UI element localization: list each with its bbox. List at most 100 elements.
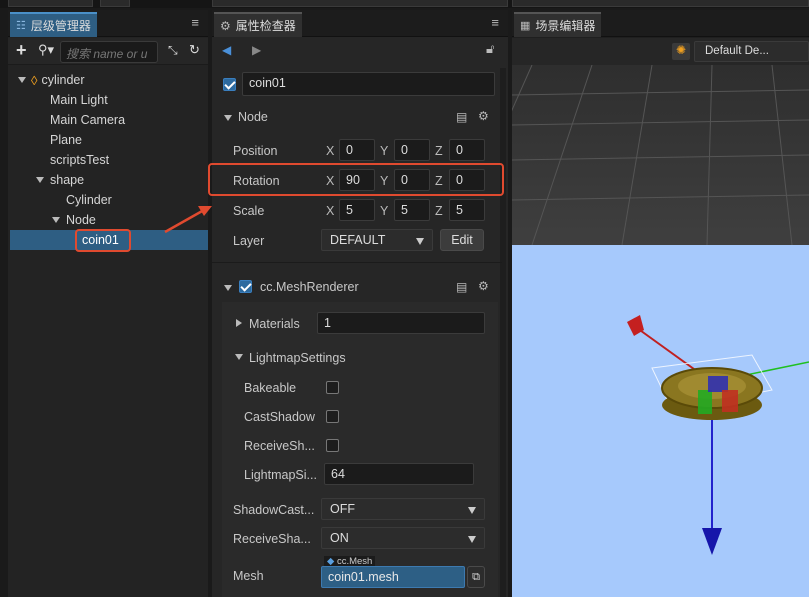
add-icon[interactable]: + <box>16 40 27 61</box>
tree-item-label: cylinder <box>41 73 85 87</box>
menu-icon[interactable]: ≡ <box>191 15 199 30</box>
hierarchy-toolbar: + ⚲▾ 搜索 name or u ⤡ ↻ <box>8 38 208 65</box>
node-name-field[interactable]: coin01 <box>242 72 495 96</box>
tree-item-node[interactable]: Node <box>52 210 96 230</box>
dropdown-caret-icon <box>416 238 424 245</box>
expand-arrow-icon[interactable] <box>18 77 26 83</box>
shadowcast-label: ShadowCast... <box>233 503 315 517</box>
gizmo-x-arrow-icon[interactable] <box>627 315 644 336</box>
expand-arrow-icon[interactable] <box>36 177 44 183</box>
book-icon[interactable]: ▤ <box>456 280 467 294</box>
scene-panel: ▦ 场景编辑器 ✺ Default De... <box>512 10 809 597</box>
receiveshadow-label: ReceiveSh... <box>244 439 315 453</box>
gizmo-center-red <box>722 390 738 412</box>
bakeable-label: Bakeable <box>244 381 297 395</box>
tree-item-scriptstest[interactable]: scriptsTest <box>50 150 109 170</box>
axis-x-label: X <box>326 204 335 218</box>
inspector-tabbar: ⚙ 属性检查器 ≡ <box>212 10 508 37</box>
lock-icon[interactable]: 🔓︎ <box>486 41 494 57</box>
position-z-field[interactable]: 0 <box>449 139 485 161</box>
scene-viewport[interactable] <box>512 10 809 597</box>
prefab-icon: ◊ <box>31 72 38 88</box>
tree-item-cylinder[interactable]: ◊ cylinder <box>18 70 85 90</box>
asset-locate-icon[interactable]: ⧉ <box>467 566 485 588</box>
castshadow-checkbox[interactable] <box>326 410 339 423</box>
bakeable-checkbox[interactable] <box>326 381 339 394</box>
hierarchy-panel: ☷ 层级管理器 ≡ + ⚲▾ 搜索 name or u ⤡ ↻ ◊ cylind… <box>8 10 208 597</box>
tree-item-label: Node <box>66 213 96 227</box>
search-filter-icon[interactable]: ⚲▾ <box>38 42 54 58</box>
tree-item-label: shape <box>50 173 85 187</box>
lightmapsize-label: LightmapSi... <box>244 468 317 482</box>
expand-arrow-icon[interactable] <box>52 217 60 223</box>
forward-icon[interactable]: ▶ <box>252 43 261 57</box>
receiveshadow2-value: ON <box>330 531 349 545</box>
lightmap-toggle-icon[interactable] <box>235 354 243 360</box>
settings-gear-icon[interactable]: ⚙ <box>478 109 489 123</box>
position-label: Position <box>233 144 278 158</box>
tree-item-plane[interactable]: Plane <box>50 130 82 150</box>
materials-count-field[interactable]: 1 <box>317 312 485 334</box>
book-icon[interactable]: ▤ <box>456 110 467 124</box>
receiveshadow2-select[interactable]: ON <box>321 527 485 549</box>
layer-edit-button[interactable]: Edit <box>440 229 484 251</box>
tree-item-main-light[interactable]: Main Light <box>50 90 108 110</box>
materials-toggle-icon[interactable] <box>236 319 242 327</box>
tree-item-cylinder-child[interactable]: Cylinder <box>66 190 112 210</box>
axis-y-label: Y <box>380 144 389 158</box>
hierarchy-tab-label: 层级管理器 <box>30 19 91 33</box>
collapse-icon[interactable]: ⤡ <box>168 43 178 58</box>
receiveshadow-checkbox[interactable] <box>326 439 339 452</box>
shadowcast-select[interactable]: OFF <box>321 498 485 520</box>
inspector-nav: ◀ ▶ 🔓︎ <box>212 38 508 64</box>
top-strip <box>0 0 809 8</box>
annotation-arrow <box>164 206 212 234</box>
scale-y-field[interactable]: 5 <box>394 199 430 221</box>
hierarchy-tabbar: ☷ 层级管理器 ≡ <box>8 10 208 37</box>
component-title: cc.MeshRenderer <box>260 280 359 294</box>
annotation-highlight-coin01 <box>75 229 131 252</box>
scrollbar[interactable] <box>500 68 506 597</box>
mesh-asset-field[interactable]: coin01.mesh <box>321 566 465 588</box>
castshadow-label: CastShadow <box>244 410 315 424</box>
position-x-field[interactable]: 0 <box>339 139 375 161</box>
component-toggle-icon[interactable] <box>224 285 232 291</box>
hierarchy-icon: ☷ <box>16 20 26 32</box>
dropdown-caret-icon <box>468 507 476 514</box>
tree-item-main-camera[interactable]: Main Camera <box>50 110 125 130</box>
component-enabled-checkbox[interactable] <box>239 280 252 293</box>
gizmo-y-arrow-icon[interactable] <box>702 528 722 555</box>
settings-gear-icon[interactable]: ⚙ <box>478 279 489 293</box>
annotation-highlight-rotation <box>208 163 504 196</box>
dropdown-caret-icon <box>468 536 476 543</box>
tree-item-shape[interactable]: shape <box>36 170 84 190</box>
node-section-toggle-icon[interactable] <box>224 115 232 121</box>
tab-hierarchy[interactable]: ☷ 层级管理器 <box>10 12 97 37</box>
gizmo-center-blue <box>708 376 728 392</box>
menu-icon[interactable]: ≡ <box>491 15 499 30</box>
tree-item-label: scriptsTest <box>50 153 110 167</box>
gizmo-center-green <box>698 390 712 414</box>
receiveshadow2-label: ReceiveSha... <box>233 532 311 546</box>
axis-z-label: Z <box>435 204 443 218</box>
node-active-checkbox[interactable] <box>223 78 236 91</box>
layer-select-value: DEFAULT <box>330 233 386 247</box>
search-input[interactable]: 搜索 name or u <box>60 41 158 63</box>
scale-label: Scale <box>233 204 265 218</box>
axis-y-label: Y <box>380 204 389 218</box>
position-y-field[interactable]: 0 <box>394 139 430 161</box>
axis-z-label: Z <box>435 144 443 158</box>
scale-x-field[interactable]: 5 <box>339 199 375 221</box>
back-icon[interactable]: ◀ <box>222 43 231 57</box>
layer-select[interactable]: DEFAULT <box>321 229 433 251</box>
lightmap-section-label: LightmapSettings <box>249 351 346 365</box>
tree-item-label: Main Camera <box>50 113 126 127</box>
gear-icon: ⚙ <box>220 18 231 33</box>
tab-inspector[interactable]: ⚙ 属性检查器 <box>214 12 302 37</box>
inspector-panel: ⚙ 属性检查器 ≡ ◀ ▶ 🔓︎ coin01 Node ▤ ⚙ Positio… <box>208 10 508 597</box>
lightmapsize-field[interactable]: 64 <box>324 463 474 485</box>
refresh-icon[interactable]: ↻ <box>189 42 200 58</box>
divider <box>212 262 502 263</box>
node-section-title: Node <box>238 110 268 124</box>
scale-z-field[interactable]: 5 <box>449 199 485 221</box>
